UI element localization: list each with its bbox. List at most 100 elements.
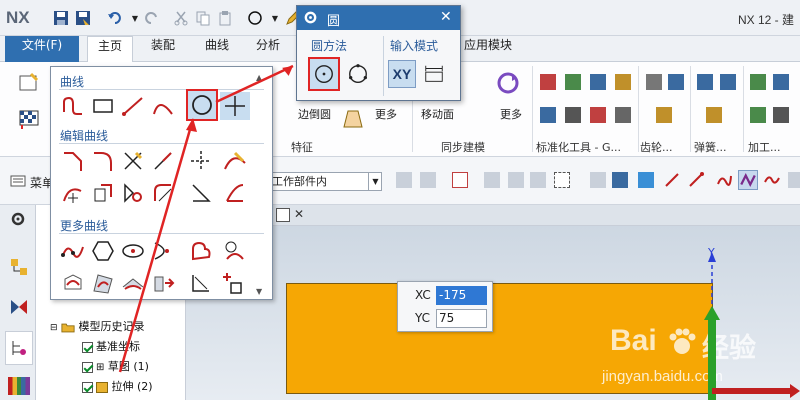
tangent-arc-icon[interactable] — [186, 237, 216, 265]
gear-icon[interactable] — [10, 211, 26, 230]
target-icon[interactable] — [530, 172, 546, 188]
circle-dropdown-icon[interactable]: ▼ — [266, 9, 284, 27]
constraint-navigator-icon[interactable] — [9, 297, 29, 320]
split-icon[interactable] — [186, 147, 216, 175]
offset-curve-icon[interactable] — [88, 179, 118, 207]
conic-icon[interactable] — [148, 237, 178, 265]
polygon-icon[interactable] — [88, 237, 118, 265]
std-tool-icon-4[interactable] — [615, 74, 631, 90]
chevron-down-icon[interactable]: ▼ — [368, 172, 382, 191]
scope-select[interactable]: 工作部件内 — [268, 172, 382, 191]
visibility-checkbox[interactable] — [82, 341, 93, 353]
spline-icon[interactable] — [764, 172, 780, 188]
std-tool-icon-3[interactable] — [590, 74, 606, 90]
gear-icon[interactable] — [303, 10, 318, 28]
replace-face-icon[interactable] — [491, 66, 525, 100]
visibility-checkbox[interactable] — [82, 381, 93, 393]
gear-tool-icon-2[interactable] — [668, 74, 684, 90]
center-radius-circle-button[interactable] — [308, 57, 340, 91]
assembly-navigator-icon[interactable] — [9, 257, 29, 280]
tree-item-datum-csys[interactable]: 基准坐标 — [82, 338, 140, 354]
more-sync-label[interactable]: 更多 — [500, 106, 522, 122]
menu-icon[interactable] — [10, 174, 26, 191]
machining-tool-icon-2[interactable] — [773, 74, 789, 90]
machining-tool-icon-1[interactable] — [750, 74, 766, 90]
std-tool-icon-5[interactable] — [540, 107, 556, 123]
checkered-flag-icon[interactable] — [12, 102, 46, 136]
intersect-curve-icon[interactable] — [118, 269, 148, 297]
tree-item-sketch[interactable]: ⊞ 草图 (1) — [82, 358, 149, 374]
yc-input[interactable]: 75 — [436, 309, 487, 328]
visibility-checkbox[interactable] — [82, 361, 93, 373]
trim-icon[interactable] — [118, 147, 148, 175]
new-sketch-icon[interactable] — [12, 66, 46, 100]
gear-tool-icon-1[interactable] — [646, 74, 662, 90]
dialog-title-bar[interactable]: 圆 ✕ — [297, 6, 460, 30]
line-red-icon[interactable] — [664, 172, 680, 188]
close-icon[interactable]: ✕ — [294, 207, 304, 221]
machining-tool-icon-3[interactable] — [750, 107, 766, 123]
cut-icon[interactable] — [172, 9, 190, 27]
view-tab-icon[interactable] — [276, 208, 290, 222]
draft-icon[interactable] — [336, 102, 370, 136]
extend-icon[interactable] — [148, 147, 178, 175]
undo-icon[interactable] — [106, 9, 124, 27]
chamfer-curve-icon[interactable] — [58, 147, 88, 175]
scroll-down-icon[interactable]: ▼ — [256, 287, 262, 296]
project-curve-icon[interactable] — [58, 269, 88, 297]
box-select-icon[interactable] — [554, 172, 570, 188]
polyline-icon[interactable] — [738, 170, 758, 190]
studio-spline-icon[interactable] — [58, 237, 88, 265]
redo-icon[interactable] — [142, 9, 160, 27]
tree-item-extrude[interactable]: 拉伸 (2) — [82, 378, 153, 394]
pattern-icon[interactable] — [638, 172, 654, 188]
line-red-2-icon[interactable] — [688, 172, 704, 188]
spring-tool-icon-3[interactable] — [706, 107, 722, 123]
std-tool-icon-6[interactable] — [565, 107, 581, 123]
tab-application[interactable]: 应用模块 — [454, 36, 522, 62]
tab-home[interactable]: 主页 — [87, 36, 134, 63]
point-icon[interactable] — [220, 92, 250, 120]
part-navigator-tab[interactable] — [5, 331, 33, 365]
ellipse-icon[interactable] — [118, 237, 148, 265]
tab-curve[interactable]: 曲线 — [195, 36, 239, 62]
scroll-up-icon[interactable]: ▲ — [256, 73, 262, 82]
more-snap-icon[interactable] — [788, 172, 800, 188]
corner-curve-icon[interactable] — [186, 179, 216, 207]
cube-icon[interactable] — [612, 172, 628, 188]
eraser-icon[interactable] — [590, 172, 606, 188]
xy-mode-button[interactable]: XY — [388, 60, 416, 88]
select-dropdown-icon[interactable] — [452, 172, 468, 188]
spring-tool-icon-1[interactable] — [697, 74, 713, 90]
more-features-label[interactable]: 更多 — [375, 106, 397, 122]
arc-icon[interactable] — [148, 92, 178, 120]
circle-icon[interactable] — [186, 89, 218, 121]
spring-tool-icon-2[interactable] — [720, 74, 736, 90]
tab-assembly[interactable]: 装配 — [141, 36, 185, 62]
save-icon[interactable] — [52, 9, 70, 27]
rectangle-icon[interactable] — [88, 92, 118, 120]
point-set-icon[interactable] — [220, 269, 250, 297]
three-point-circle-button[interactable] — [344, 60, 372, 88]
bridge-curve-icon[interactable] — [220, 237, 250, 265]
circle-tool-icon[interactable] — [246, 9, 264, 27]
scale-curve-icon[interactable] — [148, 179, 178, 207]
tab-analysis[interactable]: 分析 — [246, 36, 290, 62]
profile-icon[interactable] — [58, 92, 88, 120]
gear-tool-icon-3[interactable] — [656, 107, 672, 123]
copy-icon[interactable] — [194, 9, 212, 27]
tab-file[interactable]: 文件(F) — [5, 36, 79, 62]
curve-icon[interactable] — [716, 172, 732, 188]
xc-input[interactable]: -175 — [436, 286, 487, 305]
snap-icon[interactable] — [420, 172, 436, 188]
std-tool-icon-2[interactable] — [565, 74, 581, 90]
parameter-mode-button[interactable] — [420, 60, 448, 88]
tree-item-model-history[interactable]: ⊟ 模型历史记录 — [50, 318, 145, 334]
surface-curve-icon[interactable] — [88, 269, 118, 297]
rotate-curve-icon[interactable] — [118, 179, 148, 207]
fillet-curve-icon[interactable] — [88, 147, 118, 175]
save-as-icon[interactable] — [74, 9, 92, 27]
filter-icon[interactable] — [396, 172, 412, 188]
move-curve-icon[interactable] — [58, 179, 88, 207]
mirror-curve-icon[interactable] — [186, 269, 216, 297]
